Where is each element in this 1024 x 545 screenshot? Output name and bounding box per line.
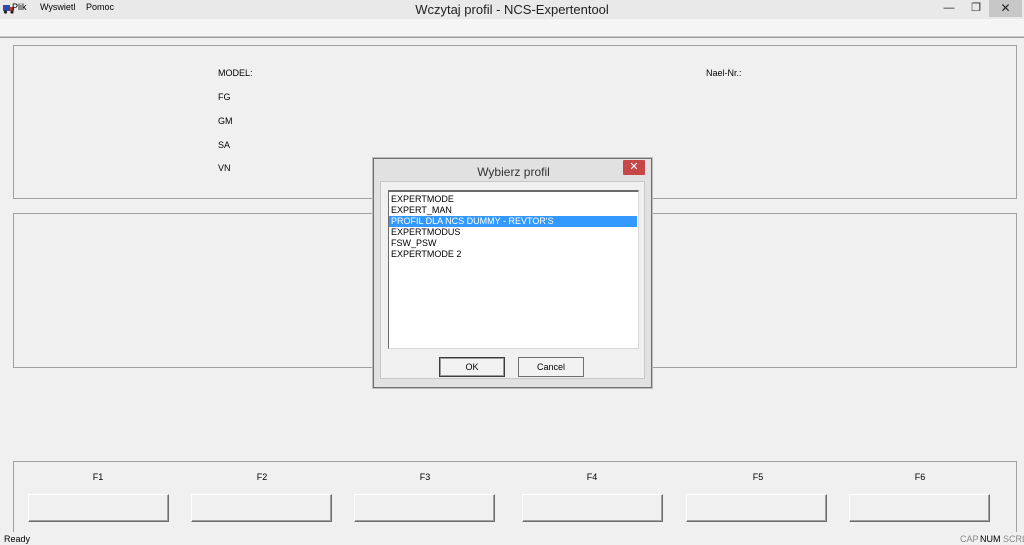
menu-plik[interactable]: Plik bbox=[12, 2, 27, 12]
menu-wyswietl[interactable]: Wyswietl bbox=[40, 2, 75, 12]
minimize-button[interactable]: — bbox=[936, 0, 962, 17]
status-bar bbox=[0, 532, 1024, 545]
num-indicator: NUM bbox=[980, 534, 1001, 544]
cancel-button[interactable]: Cancel bbox=[518, 357, 584, 377]
cap-indicator: CAP bbox=[960, 534, 979, 544]
f5-label: F5 bbox=[752, 472, 764, 482]
model-label: MODEL: bbox=[218, 68, 253, 78]
f3-button[interactable] bbox=[354, 494, 495, 522]
profile-item[interactable]: EXPERTMODUS bbox=[389, 227, 637, 238]
dialog-close-button[interactable]: ✕ bbox=[623, 160, 645, 175]
f2-button[interactable] bbox=[191, 494, 332, 522]
dialog-title: Wybierz profil bbox=[477, 165, 550, 179]
menu-pomoc[interactable]: Pomoc bbox=[86, 2, 114, 12]
f1-button[interactable] bbox=[28, 494, 169, 522]
profile-item[interactable]: EXPERTMODE bbox=[389, 194, 637, 205]
vn-label: VN bbox=[218, 163, 231, 173]
close-button[interactable]: ✕ bbox=[989, 0, 1022, 17]
profile-item-selected[interactable]: PROFIL DLA NCS DUMMY - REVTOR'S bbox=[389, 216, 637, 227]
f6-label: F6 bbox=[914, 472, 926, 482]
profile-item[interactable]: FSW_PSW bbox=[389, 238, 637, 249]
profile-item[interactable]: EXPERT_MAN bbox=[389, 205, 637, 216]
f2-label: F2 bbox=[256, 472, 268, 482]
f4-label: F4 bbox=[586, 472, 598, 482]
profile-listbox[interactable]: EXPERTMODE EXPERT_MAN PROFIL DLA NCS DUM… bbox=[388, 190, 639, 349]
scrl-indicator: SCRL bbox=[1003, 534, 1024, 544]
ok-button[interactable]: OK bbox=[439, 357, 505, 377]
f3-label: F3 bbox=[419, 472, 431, 482]
menu-bar bbox=[0, 19, 1024, 37]
maximize-button[interactable]: ❐ bbox=[963, 0, 989, 17]
sa-label: SA bbox=[218, 140, 231, 150]
nael-nr-label: Nael-Nr.: bbox=[706, 68, 742, 78]
f4-button[interactable] bbox=[522, 494, 663, 522]
status-text: Ready bbox=[4, 534, 31, 544]
menu-separator bbox=[0, 37, 1024, 38]
gm-label: GM bbox=[218, 116, 233, 126]
fg-label: FG bbox=[218, 92, 231, 102]
f6-button[interactable] bbox=[849, 494, 990, 522]
profile-item[interactable]: EXPERTMODE 2 bbox=[389, 249, 637, 260]
f1-label: F1 bbox=[92, 472, 104, 482]
window-title: Wczytaj profil - NCS-Expertentool bbox=[415, 2, 609, 17]
f5-button[interactable] bbox=[686, 494, 827, 522]
